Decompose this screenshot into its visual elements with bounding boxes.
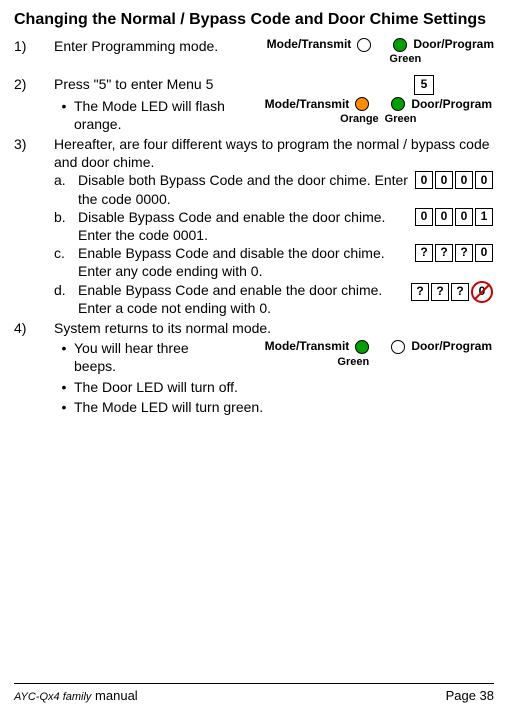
step-number: 4) xyxy=(14,319,54,337)
step-number: 1) xyxy=(14,37,54,55)
bullet-icon xyxy=(54,378,74,396)
sub-letter: a. xyxy=(54,171,78,189)
sub-letter: d. xyxy=(54,281,78,299)
key-5: 5 xyxy=(414,75,434,95)
step-text: Hereafter, are four different ways to pr… xyxy=(54,135,494,171)
led-indicator-step2: Mode/Transmit Door/Program Orange Green xyxy=(265,97,492,127)
bullet-icon xyxy=(54,339,74,357)
circle-empty-icon xyxy=(391,340,405,354)
bullet-icon xyxy=(54,97,74,115)
led-color-label: Orange xyxy=(340,112,379,126)
sub-letter: b. xyxy=(54,208,78,226)
step-3b: b. Disable Bypass Code and enable the do… xyxy=(54,208,494,244)
led-color-label: Green xyxy=(265,355,442,369)
sub-text: Disable Bypass Code and enable the door … xyxy=(78,208,414,244)
footer-right: Page 38 xyxy=(446,688,494,705)
page-title: Changing the Normal / Bypass Code and Do… xyxy=(14,10,494,31)
bullet-icon xyxy=(54,398,74,416)
step-text: System returns to its normal mode. xyxy=(54,319,494,337)
bullet-text: The Mode LED will turn green. xyxy=(74,398,494,416)
circle-empty-icon xyxy=(357,38,371,52)
bullet-text: The Mode LED will flash orange. xyxy=(74,97,254,133)
step-text: Press "5" to enter Menu 5 xyxy=(54,75,213,93)
code-0000: 0 0 0 0 xyxy=(414,171,494,189)
step-1: 1) Mode/Transmit Door/Program Green Ente… xyxy=(14,37,494,67)
sub-letter: c. xyxy=(54,244,78,262)
code-qqq0: ? ? ? 0 xyxy=(414,244,494,262)
step-3a: a. Disable both Bypass Code and the door… xyxy=(54,171,494,207)
step-number: 3) xyxy=(14,135,54,153)
circle-green-icon xyxy=(355,340,369,354)
code-0001: 0 0 0 1 xyxy=(414,208,494,226)
code-qqq-not0: ? ? ? 0 xyxy=(410,281,494,303)
sub-text: Enable Bypass Code and disable the door … xyxy=(78,244,414,280)
step-4: 4) System returns to its normal mode. Yo… xyxy=(14,319,494,416)
led-indicator-step4: Mode/Transmit Door/Program Green xyxy=(265,339,492,375)
sub-text: Enable Bypass Code and enable the door c… xyxy=(78,281,410,317)
step-number: 2) xyxy=(14,75,54,93)
led-color-label: Green xyxy=(385,112,417,126)
page-footer: AYC-Qx4 family manual Page 38 xyxy=(14,683,494,705)
bullet-text: The Door LED will turn off. xyxy=(74,378,494,396)
circle-green-icon xyxy=(393,38,407,52)
step-3: 3) Hereafter, are four different ways to… xyxy=(14,135,494,317)
led-indicator-step1: Mode/Transmit Door/Program Green xyxy=(267,37,494,67)
sub-text: Disable both Bypass Code and the door ch… xyxy=(78,171,414,207)
not-zero-icon: 0 xyxy=(471,281,493,303)
step-2: 2) Press "5" to enter Menu 5 5 The Mode … xyxy=(14,75,494,133)
bullet-text: You will hear three beeps. xyxy=(74,339,234,375)
step-3d: d. Enable Bypass Code and enable the doo… xyxy=(54,281,494,317)
led-color-label: Green xyxy=(317,52,494,66)
circle-green-icon xyxy=(391,97,405,111)
footer-left: AYC-Qx4 family manual xyxy=(14,688,138,705)
step-text: Enter Programming mode. xyxy=(54,38,218,54)
step-3c: c. Enable Bypass Code and disable the do… xyxy=(54,244,494,280)
circle-orange-icon xyxy=(355,97,369,111)
